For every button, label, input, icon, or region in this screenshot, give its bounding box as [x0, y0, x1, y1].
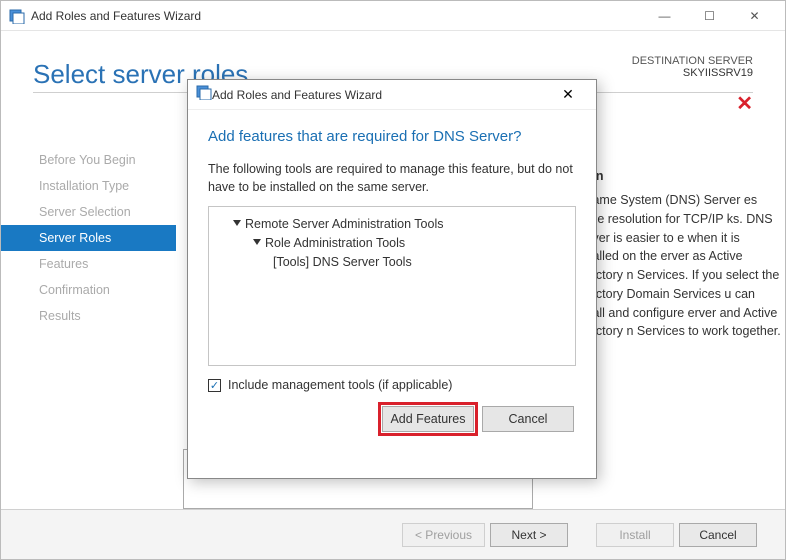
dialog-title: Add Roles and Features Wizard — [212, 88, 548, 102]
sidebar-item-label: Before You Begin — [39, 153, 136, 167]
tree-node-dns-tools[interactable]: [Tools] DNS Server Tools — [219, 253, 565, 272]
destination-label: DESTINATION SERVER — [632, 55, 753, 67]
dialog-close-button[interactable]: ✕ — [548, 80, 588, 110]
sidebar-item-server-roles[interactable]: Server Roles — [1, 225, 176, 251]
sidebar-item-label: Confirmation — [39, 283, 110, 297]
sidebar-item-label: Server Roles — [39, 231, 111, 245]
description-heading: ption — [573, 169, 783, 183]
error-close-icon[interactable]: ✕ — [736, 91, 753, 116]
close-button[interactable]: ✕ — [732, 1, 777, 31]
include-management-tools-row[interactable]: ✓ Include management tools (if applicabl… — [208, 378, 576, 392]
features-tree[interactable]: Remote Server Administration Tools Role … — [208, 206, 576, 366]
window-controls: — ☐ ✕ — [642, 1, 777, 31]
sidebar-item-results[interactable]: Results — [1, 303, 176, 329]
sidebar-item-server-selection[interactable]: Server Selection — [1, 199, 176, 225]
titlebar: Add Roles and Features Wizard — ☐ ✕ — [1, 1, 785, 31]
sidebar-item-label: Server Selection — [39, 205, 131, 219]
dialog-heading: Add features that are required for DNS S… — [208, 128, 576, 145]
dialog-body: Add features that are required for DNS S… — [188, 110, 596, 442]
include-management-checkbox[interactable]: ✓ — [208, 379, 221, 392]
sidebar-item-label: Installation Type — [39, 179, 129, 193]
description-text: n Name System (DNS) Server es name resol… — [573, 191, 783, 341]
sidebar-item-label: Results — [39, 309, 81, 323]
dialog-titlebar: Add Roles and Features Wizard ✕ — [188, 80, 596, 110]
minimize-button[interactable]: — — [642, 1, 687, 31]
destination-info: DESTINATION SERVER SKYIISSRV19 — [632, 55, 753, 79]
dialog-paragraph: The following tools are required to mana… — [208, 161, 576, 196]
description-panel: ption n Name System (DNS) Server es name… — [573, 169, 783, 341]
wizard-sidebar: Before You Begin Installation Type Serve… — [1, 141, 176, 509]
sidebar-item-label: Features — [39, 257, 88, 271]
main-window: Add Roles and Features Wizard — ☐ ✕ Sele… — [0, 0, 786, 560]
destination-server: SKYIISSRV19 — [632, 67, 753, 79]
server-manager-icon — [196, 84, 212, 105]
server-manager-icon — [9, 8, 25, 24]
next-button[interactable]: Next > — [490, 523, 568, 547]
sidebar-item-before-you-begin[interactable]: Before You Begin — [1, 147, 176, 173]
include-management-label: Include management tools (if applicable) — [228, 378, 452, 392]
cancel-button[interactable]: Cancel — [679, 523, 757, 547]
install-button[interactable]: Install — [596, 523, 674, 547]
dialog-buttons: Add Features Cancel — [208, 406, 576, 432]
window-title: Add Roles and Features Wizard — [31, 9, 642, 23]
previous-button[interactable]: < Previous — [402, 523, 485, 547]
sidebar-item-confirmation[interactable]: Confirmation — [1, 277, 176, 303]
wizard-footer: < Previous Next > Install Cancel — [1, 509, 785, 559]
expand-icon — [253, 239, 261, 245]
sidebar-item-installation-type[interactable]: Installation Type — [1, 173, 176, 199]
tree-node-rsat[interactable]: Remote Server Administration Tools — [219, 215, 565, 234]
add-features-dialog: Add Roles and Features Wizard ✕ Add feat… — [187, 79, 597, 479]
sidebar-item-features[interactable]: Features — [1, 251, 176, 277]
maximize-button[interactable]: ☐ — [687, 1, 732, 31]
tree-node-role-admin[interactable]: Role Administration Tools — [219, 234, 565, 253]
dialog-cancel-button[interactable]: Cancel — [482, 406, 574, 432]
expand-icon — [233, 220, 241, 226]
add-features-button[interactable]: Add Features — [382, 406, 474, 432]
